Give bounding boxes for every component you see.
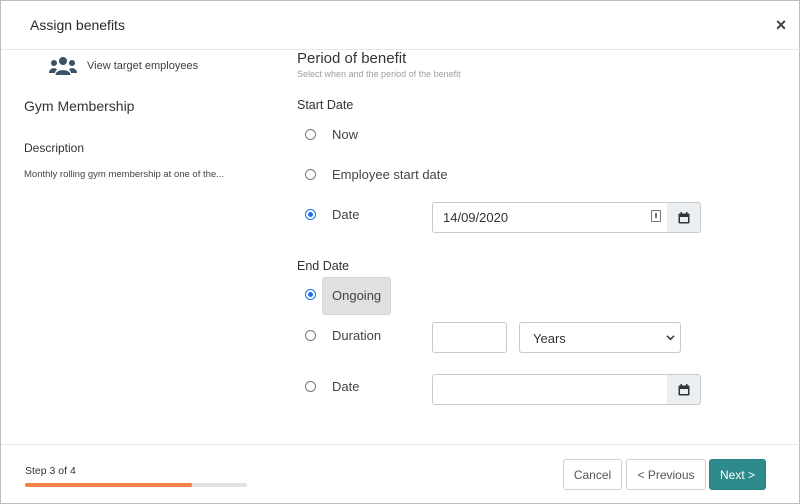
step-indicator: Step 3 of 4 (25, 465, 76, 477)
step-progress-bar (25, 483, 247, 487)
start-date-radio[interactable] (305, 209, 316, 220)
end-date-heading: End Date (297, 259, 350, 273)
end-ongoing-label[interactable]: Ongoing (332, 288, 381, 303)
end-date-input[interactable] (432, 374, 668, 405)
close-icon[interactable]: × (773, 16, 789, 34)
view-target-employees-label: View target employees (87, 60, 199, 72)
end-ongoing-radio[interactable] (305, 289, 316, 300)
footer-divider (1, 444, 800, 445)
calendar-icon (678, 211, 689, 223)
step-progress-fill (25, 483, 192, 487)
start-now-label[interactable]: Now (332, 127, 358, 142)
benefit-name: Gym Membership (24, 98, 135, 114)
period-title: Period of benefit (297, 50, 407, 67)
duration-unit-value: Years (533, 331, 566, 346)
input-alert-icon (651, 210, 661, 222)
period-subtitle: Select when and the period of the benefi… (297, 69, 461, 79)
calendar-icon (678, 383, 689, 395)
modal-title: Assign benefits (30, 17, 125, 33)
chevron-down-icon (666, 335, 675, 341)
start-employee-date-label[interactable]: Employee start date (332, 167, 448, 182)
assign-benefits-modal: Assign benefits × View target employees … (0, 0, 800, 504)
next-button[interactable]: Next > (709, 459, 766, 490)
view-target-employees-link[interactable]: View target employees (49, 54, 198, 78)
duration-unit-select[interactable]: Years (519, 322, 681, 353)
description-text: Monthly rolling gym membership at one of… (24, 169, 225, 180)
start-date-label[interactable]: Date (332, 207, 359, 222)
users-icon (49, 57, 77, 75)
duration-input[interactable] (432, 322, 507, 353)
start-employee-date-radio[interactable] (305, 169, 316, 180)
end-date-radio[interactable] (305, 381, 316, 392)
end-date-calendar-button[interactable] (667, 374, 701, 405)
start-date-heading: Start Date (297, 98, 354, 112)
end-duration-radio[interactable] (305, 330, 316, 341)
end-date-label[interactable]: Date (332, 379, 359, 394)
cancel-button[interactable]: Cancel (563, 459, 622, 490)
previous-button[interactable]: < Previous (626, 459, 706, 490)
start-now-radio[interactable] (305, 129, 316, 140)
description-heading: Description (24, 141, 85, 155)
start-date-calendar-button[interactable] (667, 202, 701, 233)
start-date-input[interactable]: 14/09/2020 (432, 202, 668, 233)
end-duration-label[interactable]: Duration (332, 328, 381, 343)
